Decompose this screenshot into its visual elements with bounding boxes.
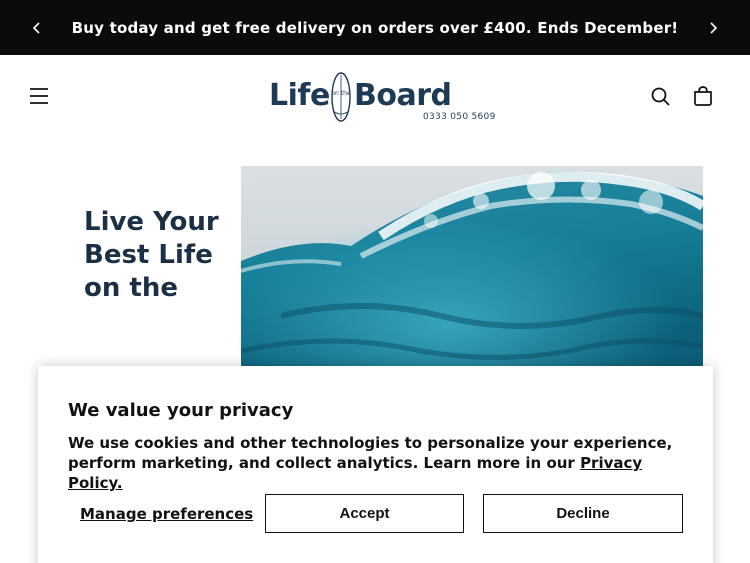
cookie-consent-banner: We value your privacy We use cookies and… bbox=[38, 366, 713, 563]
surfboard-logo-icon: on the bbox=[331, 72, 351, 122]
site-logo[interactable]: Life on the Board 0333 050 5609 bbox=[268, 70, 495, 126]
search-icon bbox=[651, 87, 670, 106]
announcement-next-button[interactable] bbox=[693, 0, 733, 55]
wave-image bbox=[241, 166, 703, 376]
announcement-text: Buy today and get free delivery on order… bbox=[71, 18, 679, 37]
cookie-banner-text: We use cookies and other technologies to… bbox=[68, 433, 688, 493]
chevron-left-icon bbox=[32, 21, 40, 34]
hero-heading: Live Your Best Life on the bbox=[84, 207, 219, 303]
logo-word-onthe: on the bbox=[331, 90, 351, 97]
accept-button[interactable]: Accept bbox=[265, 494, 464, 533]
manage-preferences-link[interactable]: Manage preferences bbox=[80, 505, 253, 523]
search-button[interactable] bbox=[648, 84, 674, 110]
menu-icon bbox=[30, 88, 48, 104]
site-header: Life on the Board 0333 050 5609 bbox=[0, 55, 750, 140]
logo-phone-number: 0333 050 5609 bbox=[423, 112, 496, 122]
cart-button[interactable] bbox=[690, 83, 716, 109]
logo-word-life: Life bbox=[269, 78, 330, 113]
announcement-bar: Buy today and get free delivery on order… bbox=[0, 0, 750, 55]
menu-button[interactable] bbox=[26, 83, 52, 109]
logo-word-board: Board bbox=[354, 78, 452, 113]
hero-wave-image bbox=[241, 166, 703, 376]
announcement-prev-button[interactable] bbox=[17, 0, 57, 55]
decline-button[interactable]: Decline bbox=[483, 494, 683, 533]
cookie-banner-title: We value your privacy bbox=[68, 400, 294, 421]
chevron-right-icon bbox=[710, 21, 718, 34]
cart-icon bbox=[694, 86, 712, 106]
